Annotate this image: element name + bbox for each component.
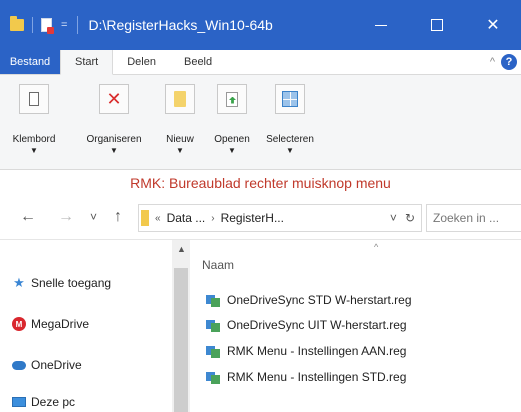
maximize-icon [431, 19, 443, 31]
list-item[interactable]: RMK Menu - Instellingen STD.reg [206, 369, 406, 384]
ribbon-group-label: Nieuw [166, 134, 194, 145]
ribbon-group-label: Klembord [12, 134, 56, 145]
ribbon-group-label: Organiseren [86, 134, 142, 145]
star-icon: ★ [13, 275, 25, 290]
tab-file[interactable]: Bestand [0, 50, 60, 74]
nav-item-megadrive[interactable]: M MegaDrive [12, 317, 89, 331]
minimize-button[interactable] [353, 0, 409, 50]
title-bar: = D:\RegisterHacks_Win10-64b ✕ [0, 0, 521, 50]
address-row: ← → ˅ ↑ « Data ... › RegisterH... ˅ ↻ Zo… [0, 196, 521, 240]
dropdown-arrow[interactable]: ▼ [110, 147, 118, 155]
registry-file-icon [206, 343, 221, 358]
back-button[interactable]: ← [20, 208, 36, 226]
address-dropdown-icon[interactable]: ˅ [390, 211, 397, 225]
folder-icon [141, 210, 149, 226]
minimize-icon [375, 24, 387, 26]
nav-item-label: OneDrive [31, 358, 82, 372]
file-name: RMK Menu - Instellingen AAN.reg [227, 343, 407, 358]
breadcrumb-registerhacks[interactable]: RegisterH... [221, 211, 284, 225]
nav-item-this-pc[interactable]: Deze pc [12, 395, 75, 409]
nav-item-label: MegaDrive [31, 317, 90, 331]
properties-icon[interactable] [41, 18, 54, 34]
ribbon-group-clipboard[interactable]: Klembord ▼ [4, 75, 64, 170]
collapse-ribbon-icon[interactable]: ^ [490, 56, 495, 68]
folder-icon[interactable] [10, 16, 24, 31]
file-name: OneDriveSync STD W-herstart.reg [227, 292, 412, 307]
scroll-up-icon[interactable]: ▲ [177, 244, 186, 254]
ribbon-group-label: Openen [214, 134, 250, 145]
ribbon: Klembord ▼ ✕ Organiseren ▼ Nieuw ▼ Opene… [0, 75, 521, 170]
megadrive-icon: M [12, 317, 26, 331]
nav-item-onedrive[interactable]: OneDrive [12, 358, 82, 372]
nav-pane-scrollbar[interactable]: ▲ [172, 240, 190, 412]
breadcrumb-separator[interactable]: « [155, 213, 161, 224]
address-bar-actions: ˅ ↻ [390, 211, 415, 225]
nav-item-label: Deze pc [31, 395, 76, 409]
ribbon-group-select[interactable]: Selecteren ▼ [260, 75, 320, 170]
dropdown-arrow[interactable]: ▼ [176, 147, 184, 155]
forward-button[interactable]: → [58, 208, 74, 226]
file-name: OneDriveSync UIT W-herstart.reg [227, 317, 407, 332]
organize-button[interactable]: ✕ [99, 84, 129, 114]
list-item[interactable]: OneDriveSync STD W-herstart.reg [206, 292, 412, 307]
file-name: RMK Menu - Instellingen STD.reg [227, 369, 407, 384]
close-button[interactable]: ✕ [465, 0, 521, 50]
help-icon[interactable]: ? [501, 54, 517, 70]
select-button[interactable] [275, 84, 305, 114]
dropdown-arrow[interactable]: ▼ [228, 147, 236, 155]
open-icon [226, 91, 238, 107]
annotation-banner: RMK: Bureaublad rechter muisknop menu [0, 170, 521, 196]
delete-x-icon: ✕ [106, 89, 122, 109]
tab-start[interactable]: Start [60, 50, 114, 75]
file-list: ^ Naam OneDriveSync STD W-herstart.reg O… [190, 240, 521, 412]
ribbon-tab-right: ^ ? [490, 50, 521, 74]
quick-access-dropdown[interactable]: = [61, 19, 67, 31]
list-item[interactable]: RMK Menu - Instellingen AAN.reg [206, 343, 406, 358]
maximize-button[interactable] [409, 0, 465, 50]
nav-item-quick-access[interactable]: ★ Snelle toegang [12, 275, 112, 290]
breadcrumb-separator[interactable]: › [211, 213, 214, 224]
up-button[interactable]: ↑ [114, 208, 122, 226]
breadcrumb-data[interactable]: Data ... [167, 211, 206, 225]
ribbon-group-label: Selecteren [266, 134, 314, 145]
divider [77, 16, 79, 34]
column-header-name[interactable]: Naam [202, 258, 234, 272]
new-button[interactable] [165, 84, 195, 114]
search-input[interactable]: Zoeken in ... [426, 204, 521, 232]
pc-icon [12, 395, 26, 409]
recent-locations-button[interactable]: ˅ [90, 210, 97, 224]
dropdown-arrow[interactable]: ▼ [30, 147, 38, 155]
scrollbar-thumb[interactable] [174, 268, 188, 412]
quick-access-toolbar: = [10, 16, 67, 34]
window-controls: ✕ [353, 0, 521, 50]
clipboard-icon [29, 92, 39, 106]
open-button[interactable] [217, 84, 247, 114]
registry-file-icon [206, 317, 221, 332]
registry-file-icon [206, 292, 221, 307]
annotation-text: RMK: Bureaublad rechter muisknop menu [130, 175, 391, 191]
list-item[interactable]: OneDriveSync UIT W-herstart.reg [206, 317, 407, 332]
dropdown-arrow[interactable]: ▼ [286, 147, 294, 155]
search-placeholder: Zoeken in ... [433, 211, 500, 225]
clipboard-button[interactable] [19, 84, 49, 114]
nav-item-label: Snelle toegang [31, 276, 112, 290]
tab-view[interactable]: Beeld [170, 50, 226, 74]
window-title: D:\RegisterHacks_Win10-64b [88, 17, 273, 33]
ribbon-tab-row: Bestand Start Delen Beeld ^ ? [0, 50, 521, 75]
onedrive-icon [12, 358, 26, 372]
tab-share[interactable]: Delen [113, 50, 170, 74]
refresh-icon[interactable]: ↻ [405, 211, 415, 225]
select-icon [282, 91, 298, 107]
ribbon-group-new[interactable]: Nieuw ▼ [150, 75, 210, 170]
registry-file-icon [206, 369, 221, 384]
sort-indicator-icon: ^ [374, 242, 379, 252]
new-folder-icon [174, 91, 186, 107]
divider [32, 17, 33, 33]
address-bar[interactable]: « Data ... › RegisterH... ˅ ↻ [138, 204, 422, 232]
navigation-pane: ★ Snelle toegang M MegaDrive OneDrive De… [0, 240, 172, 412]
close-icon: ✕ [486, 17, 500, 34]
ribbon-group-organize[interactable]: ✕ Organiseren ▼ [84, 75, 144, 170]
ribbon-group-open[interactable]: Openen ▼ [202, 75, 262, 170]
